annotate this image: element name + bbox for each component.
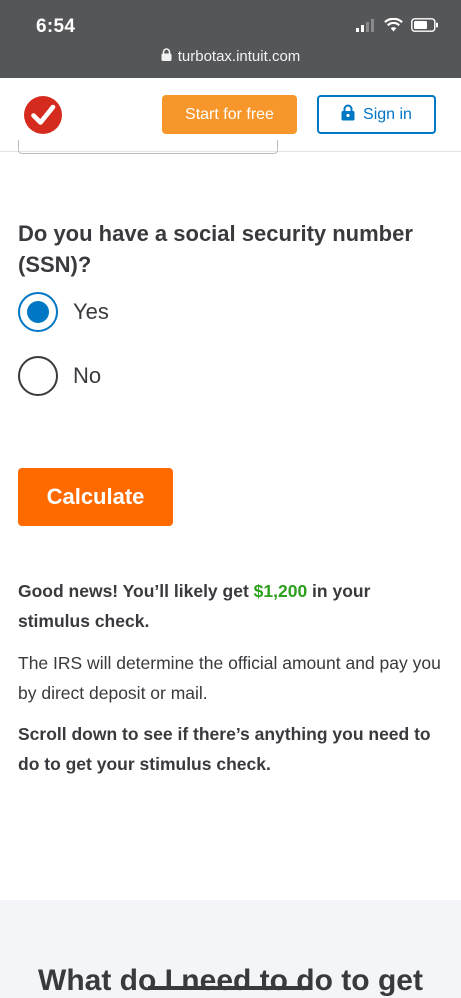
- ssn-question: Do you have a social security number (SS…: [18, 221, 413, 277]
- radio-no-button[interactable]: [18, 356, 58, 396]
- sign-in-label: Sign in: [363, 105, 412, 123]
- url-text: turbotax.intuit.com: [177, 48, 301, 65]
- url-bar[interactable]: turbotax.intuit.com: [0, 48, 461, 65]
- signal-icon: [356, 18, 376, 37]
- radio-yes[interactable]: Yes: [18, 292, 109, 332]
- status-time: 6:54: [36, 16, 76, 37]
- turbotax-logo[interactable]: [24, 96, 62, 134]
- lock-icon: [161, 48, 172, 65]
- previous-input-field[interactable]: [18, 140, 278, 154]
- result-headline: Good news! You’ll likely get $1,200 in y…: [18, 581, 371, 631]
- calculate-button[interactable]: Calculate: [18, 468, 173, 526]
- irs-note: The IRS will determine the official amou…: [18, 653, 441, 703]
- radio-yes-button[interactable]: [18, 292, 58, 332]
- status-bar: 6:54 turbotax.intuit.com: [0, 0, 461, 78]
- status-icons: [356, 17, 439, 37]
- start-for-free-button[interactable]: Start for free: [162, 95, 297, 134]
- scroll-note: Scroll down to see if there’s anything y…: [18, 724, 431, 774]
- padlock-icon: [341, 104, 355, 126]
- strikethrough-line: [148, 986, 310, 990]
- radio-no-label[interactable]: No: [73, 363, 101, 389]
- battery-icon: [411, 18, 439, 37]
- sign-in-button[interactable]: Sign in: [317, 95, 436, 134]
- radio-no[interactable]: No: [18, 356, 101, 396]
- stimulus-amount: $1,200: [253, 581, 308, 601]
- next-section-heading: What do I need to do to get: [38, 964, 423, 997]
- radio-yes-label[interactable]: Yes: [73, 299, 109, 325]
- wifi-icon: [384, 17, 403, 37]
